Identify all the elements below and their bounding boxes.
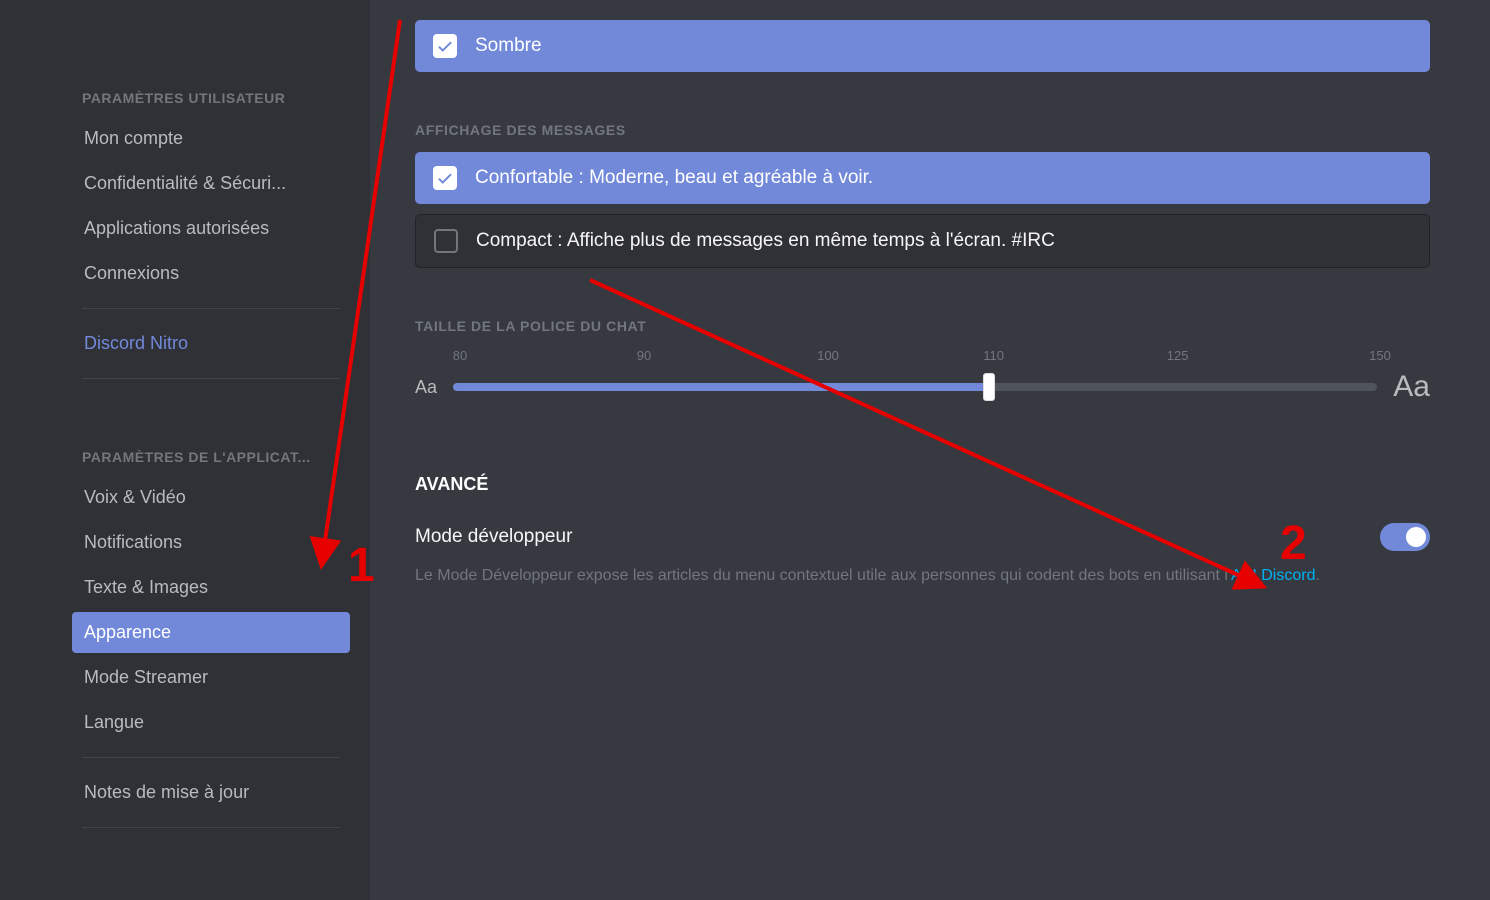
sidebar-item-label: Discord Nitro	[84, 333, 188, 353]
sidebar-separator	[82, 308, 340, 309]
slider-tick: 100	[817, 348, 839, 363]
theme-option-dark[interactable]: Sombre	[415, 20, 1430, 72]
sidebar-item-connections[interactable]: Connexions	[72, 253, 350, 294]
option-label: Sombre	[475, 35, 542, 57]
settings-sidebar: PARAMÈTRES UTILISATEUR Mon compte Confid…	[0, 0, 370, 900]
slider-fill	[453, 383, 989, 391]
slider-tick: 125	[1167, 348, 1189, 363]
sidebar-item-privacy[interactable]: Confidentialité & Sécuri...	[72, 163, 350, 204]
slider-tick: 150	[1369, 348, 1391, 363]
desc-text: .	[1315, 567, 1319, 584]
sidebar-item-label: Apparence	[84, 622, 171, 642]
sidebar-item-label: Mon compte	[84, 128, 183, 148]
font-size-slider-wrap: 80 90 100 110 125 150 Aa Aa	[415, 348, 1430, 404]
sidebar-item-language[interactable]: Langue	[72, 702, 350, 743]
sidebar-separator	[82, 378, 340, 379]
api-discord-link[interactable]: API Discord	[1231, 567, 1315, 584]
developer-mode-toggle[interactable]	[1380, 523, 1430, 551]
sidebar-item-appearance[interactable]: Apparence	[72, 612, 350, 653]
slider-thumb[interactable]	[983, 373, 995, 401]
sidebar-item-label: Confidentialité & Sécuri...	[84, 173, 286, 193]
toggle-knob	[1406, 527, 1426, 547]
section-header-message-display: AFFICHAGE DES MESSAGES	[415, 122, 1430, 138]
slider-tick: 110	[983, 348, 1004, 363]
sidebar-item-account[interactable]: Mon compte	[72, 118, 350, 159]
sidebar-item-label: Applications autorisées	[84, 218, 269, 238]
sidebar-item-changelog[interactable]: Notes de mise à jour	[72, 772, 350, 813]
sidebar-item-voice-video[interactable]: Voix & Vidéo	[72, 477, 350, 518]
sidebar-item-label: Voix & Vidéo	[84, 487, 186, 507]
font-preview-small: Aa	[415, 377, 437, 398]
section-header-advanced: AVANCÉ	[415, 474, 1430, 495]
sidebar-header-app: PARAMÈTRES DE L'APPLICAT...	[72, 449, 350, 465]
sidebar-item-label: Mode Streamer	[84, 667, 208, 687]
slider-ticks: 80 90 100 110 125 150	[460, 348, 1380, 366]
sidebar-item-label: Langue	[84, 712, 144, 732]
checkmark-icon	[433, 34, 457, 58]
developer-mode-description: Le Mode Développeur expose les articles …	[415, 563, 1430, 589]
font-preview-large: Aa	[1393, 370, 1430, 404]
sidebar-item-label: Texte & Images	[84, 577, 208, 597]
sidebar-item-nitro[interactable]: Discord Nitro	[72, 323, 350, 364]
section-header-font-size: TAILLE DE LA POLICE DU CHAT	[415, 318, 1430, 334]
sidebar-item-label: Notes de mise à jour	[84, 782, 249, 802]
developer-mode-label: Mode développeur	[415, 526, 572, 548]
sidebar-item-text-images[interactable]: Texte & Images	[72, 567, 350, 608]
option-label: Compact : Affiche plus de messages en mê…	[476, 230, 1055, 252]
slider-tick: 90	[637, 348, 651, 363]
option-label: Confortable : Moderne, beau et agréable …	[475, 167, 873, 189]
font-size-slider[interactable]	[453, 383, 1377, 391]
message-option-compact[interactable]: Compact : Affiche plus de messages en mê…	[415, 214, 1430, 268]
settings-content: Sombre AFFICHAGE DES MESSAGES Confortabl…	[370, 0, 1490, 900]
sidebar-item-label: Connexions	[84, 263, 179, 283]
sidebar-separator	[82, 757, 340, 758]
developer-mode-row: Mode développeur	[415, 523, 1430, 551]
sidebar-item-notifications[interactable]: Notifications	[72, 522, 350, 563]
sidebar-item-label: Notifications	[84, 532, 182, 552]
checkmark-icon	[433, 166, 457, 190]
checkbox-empty-icon	[434, 229, 458, 253]
slider-tick: 80	[453, 348, 467, 363]
message-option-cozy[interactable]: Confortable : Moderne, beau et agréable …	[415, 152, 1430, 204]
sidebar-separator	[82, 827, 340, 828]
desc-text: Le Mode Développeur expose les articles …	[415, 567, 1231, 584]
sidebar-header-user: PARAMÈTRES UTILISATEUR	[72, 90, 350, 106]
sidebar-item-streamer-mode[interactable]: Mode Streamer	[72, 657, 350, 698]
sidebar-item-authorized-apps[interactable]: Applications autorisées	[72, 208, 350, 249]
